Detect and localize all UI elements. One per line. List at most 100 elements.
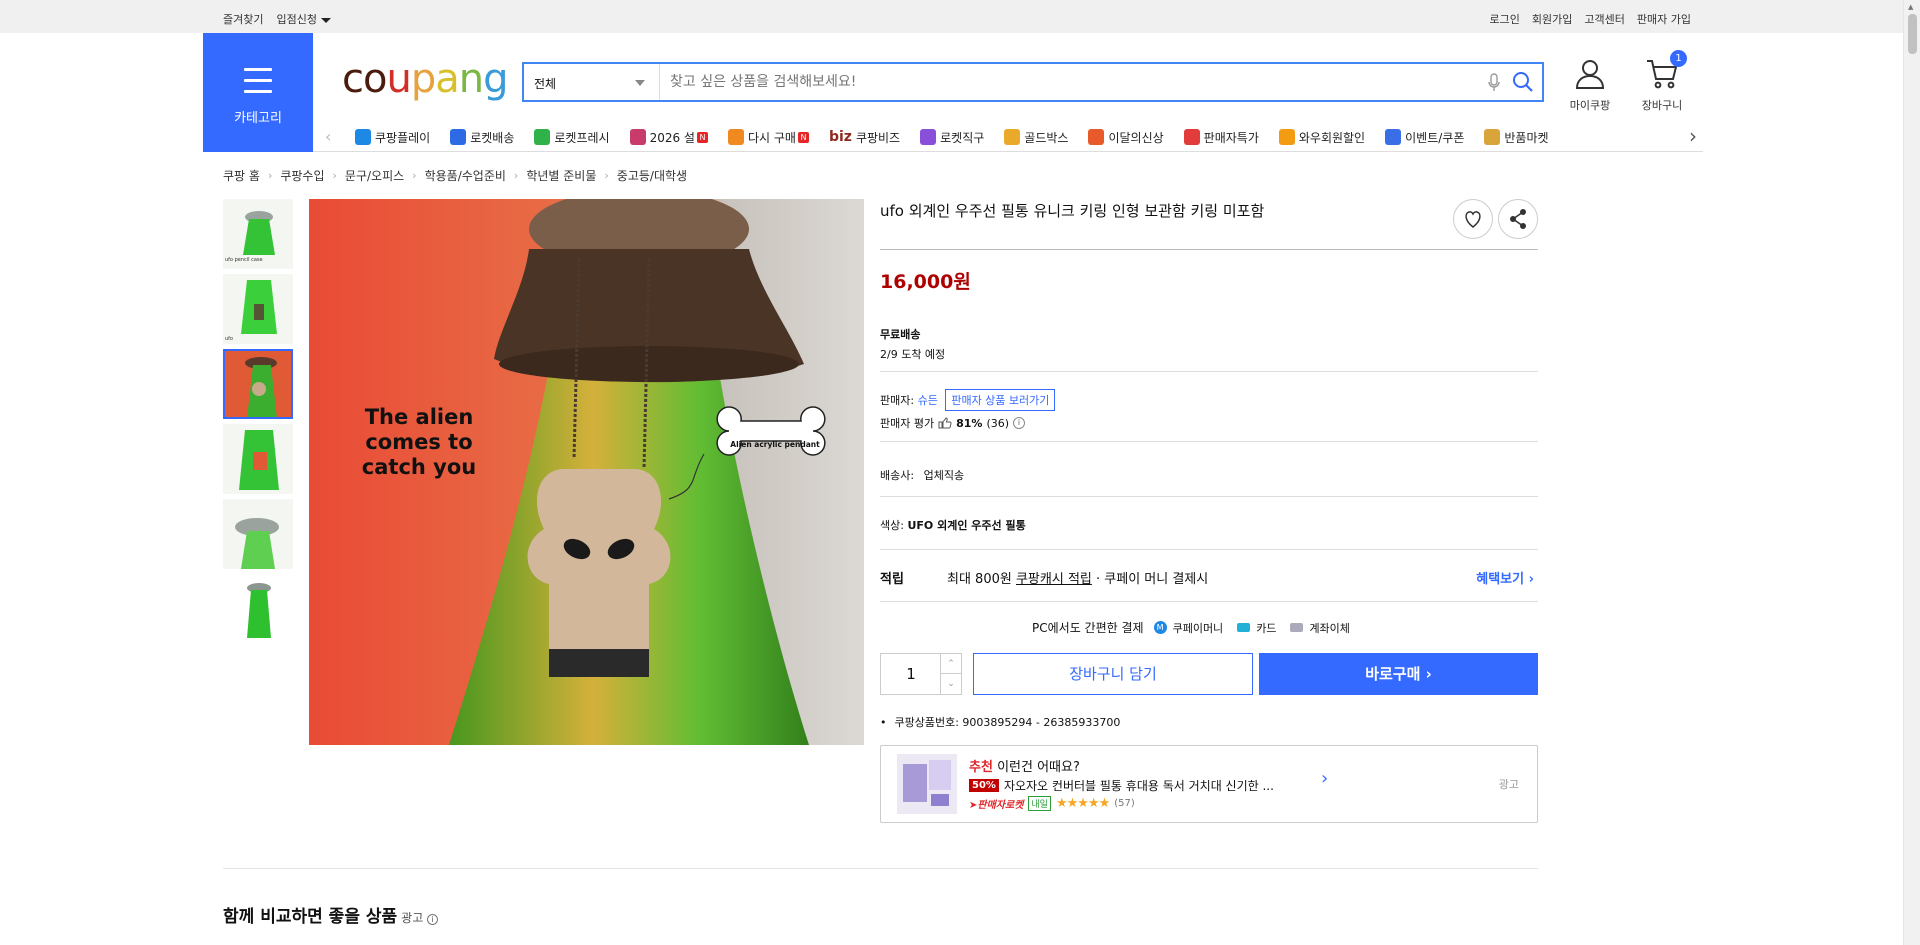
search-icon[interactable]: [1512, 71, 1534, 97]
nav-item-icon: [920, 129, 937, 145]
reward-row: 적립 최대 800원 쿠팡캐시 적립 · 쿠페이 머니 결제시 혜택보기 ›: [880, 568, 1538, 587]
page-scrollbar[interactable]: ▲: [1903, 0, 1920, 945]
main-product-image[interactable]: The alien comes to catch you Alien acryl…: [309, 199, 864, 745]
nav-item-label: 와우회원할인: [1298, 130, 1366, 145]
nav-prev-icon[interactable]: ‹: [325, 127, 331, 146]
nav-item[interactable]: 로켓프레시: [524, 122, 619, 152]
quantity-value[interactable]: 1: [881, 654, 941, 694]
nav-item[interactable]: 이벤트/쿠폰: [1375, 122, 1474, 152]
divider: [880, 496, 1538, 497]
nav-item-icon: [1278, 129, 1295, 145]
category-nav: ‹ 쿠팡플레이 로켓배송 로켓프레시 2026 설 N 다시 구매 Nbiz 쿠팡비즈 로켓직구…: [313, 122, 1703, 152]
shipper-value: 업체직송: [923, 469, 965, 482]
chevron-right-icon[interactable]: ›: [1321, 768, 1328, 789]
customer-center-link[interactable]: 고객센터: [1584, 11, 1624, 27]
user-icon: [1575, 60, 1605, 89]
info-icon[interactable]: i: [1013, 417, 1026, 429]
nav-item-icon: [1484, 129, 1501, 145]
thumbnail-5[interactable]: [223, 499, 293, 569]
recommend-item-title: 자오자오 컨버터블 필통 휴대용 독서 거치대 신기한 ...: [1003, 779, 1274, 793]
nav-item[interactable]: 반품마켓: [1474, 122, 1558, 152]
color-option-row[interactable]: 색상: UFO 외계인 우주선 필통: [880, 517, 1026, 533]
nav-item-label: 이벤트/쿠폰: [1405, 130, 1465, 145]
info-icon[interactable]: i: [427, 914, 439, 925]
divider: [880, 249, 1538, 250]
thumbnail-2[interactable]: ufo: [223, 274, 293, 344]
nav-item-label: 2026 설: [649, 130, 695, 145]
nav-item-label: 골드박스: [1024, 130, 1069, 145]
seller-signup-link[interactable]: 판매자 가입: [1637, 11, 1691, 27]
signup-link[interactable]: 회원가입: [1532, 11, 1572, 27]
recommend-meta-row: ➤판매자로켓 내일 ★★★★★ (57): [969, 796, 1135, 811]
seller-name-link[interactable]: 슈든: [918, 394, 938, 407]
seller-row: 판매자: 슈든 판매자 상품 보러가기: [880, 389, 1056, 411]
nav-item[interactable]: 2026 설N: [620, 122, 718, 152]
breadcrumb-item[interactable]: 문구/오피스: [345, 167, 404, 184]
shipper-label: 배송사:: [880, 469, 915, 482]
thumbnail-4[interactable]: [223, 424, 293, 494]
nav-item[interactable]: 와우회원할인: [1269, 122, 1375, 152]
nav-item-label: 이달의신상: [1108, 130, 1164, 145]
nav-item[interactable]: 이달의신상: [1078, 122, 1173, 152]
thumbnail-1[interactable]: ufo pencil case: [223, 199, 293, 269]
breadcrumb-item[interactable]: 학년별 준비물: [526, 167, 596, 184]
coupay-icon: M: [1153, 621, 1167, 634]
reward-info: 최대 800원 쿠팡캐시 적립 · 쿠페이 머니 결제시: [947, 568, 1208, 587]
benefit-link[interactable]: 혜택보기 ›: [1476, 568, 1534, 587]
nav-item-icon: [534, 129, 551, 145]
mycoupang-button[interactable]: 마이쿠팡: [1560, 58, 1620, 113]
logo-letter: a: [435, 56, 459, 102]
share-button[interactable]: [1498, 199, 1538, 239]
scroll-up-icon[interactable]: ▲: [1908, 3, 1913, 11]
search-input[interactable]: [670, 64, 1470, 100]
seller-products-button[interactable]: 판매자 상품 보러가기: [945, 389, 1056, 411]
thumbnail-list: ufo pencil case ufo: [223, 199, 293, 649]
entry-application-link[interactable]: 입점신청: [276, 11, 331, 27]
new-badge: N: [696, 131, 708, 143]
nav-item-icon: [727, 129, 744, 145]
nav-item[interactable]: 다시 구매 N: [718, 122, 819, 152]
login-link[interactable]: 로그인: [1490, 11, 1520, 27]
divider: [880, 601, 1538, 602]
nav-item-label: 반품마켓: [1504, 130, 1549, 145]
breadcrumb-item[interactable]: 중고등/대학생: [617, 167, 687, 184]
divider: [880, 441, 1538, 442]
nav-item[interactable]: 판매자특가: [1174, 122, 1269, 152]
nav-item[interactable]: 로켓배송: [440, 122, 524, 152]
microphone-icon[interactable]: [1488, 73, 1500, 97]
nav-item-label: 로켓배송: [470, 130, 515, 145]
breadcrumb-item[interactable]: 쿠팡 홈: [223, 167, 260, 184]
favorites-link[interactable]: 즐겨찾기: [223, 11, 263, 27]
logo-letter: c: [342, 56, 364, 102]
thumbnail-3-selected[interactable]: [223, 349, 293, 419]
category-label: 카테고리: [234, 111, 282, 126]
nav-item-label: 로켓프레시: [554, 130, 610, 145]
nav-item[interactable]: 골드박스: [994, 122, 1078, 152]
logo-letter: u: [386, 56, 411, 102]
scrollbar-thumb[interactable]: [1908, 14, 1917, 54]
search-scope-select[interactable]: 전체: [524, 64, 660, 100]
nav-item-icon: [1385, 129, 1402, 145]
category-button[interactable]: 카테고리: [203, 33, 313, 152]
quantity-up-icon[interactable]: ⌃: [940, 654, 961, 674]
quantity-down-icon[interactable]: ⌄: [940, 674, 961, 694]
recommend-thumbnail: [897, 754, 957, 814]
cart-button[interactable]: 1 장바구니: [1632, 50, 1692, 113]
nav-next-icon[interactable]: ›: [1689, 124, 1697, 148]
breadcrumb-item[interactable]: 학용품/수업준비: [425, 167, 506, 184]
add-to-cart-button[interactable]: 장바구니 담기: [973, 653, 1253, 695]
breadcrumb-item[interactable]: 쿠팡수입: [280, 167, 324, 184]
product-number: • 쿠팡상품번호: 9003895294 - 26385933700: [880, 716, 1121, 729]
thumbnail-6[interactable]: [223, 574, 293, 644]
share-icon: [1510, 209, 1526, 229]
recommend-ad-card[interactable]: 추천 이런건 어때요? 50% 자오자오 컨버터블 필통 휴대용 독서 거치대 …: [880, 745, 1538, 823]
coupang-logo[interactable]: coupang: [342, 56, 509, 102]
reward-cash-link[interactable]: 쿠팡캐시 적립: [1016, 572, 1092, 587]
entry-label: 입점신청: [276, 13, 317, 26]
nav-item[interactable]: 로켓직구: [910, 122, 994, 152]
nav-item[interactable]: biz 쿠팡비즈: [819, 122, 910, 152]
nav-item[interactable]: 쿠팡플레이: [345, 122, 440, 152]
easy-pay-row: PC에서도 간편한 결제 M 쿠페이머니 카드 계좌이체: [1032, 619, 1350, 636]
buy-now-button[interactable]: 바로구매 ›: [1259, 653, 1538, 695]
wishlist-button[interactable]: [1453, 199, 1493, 239]
